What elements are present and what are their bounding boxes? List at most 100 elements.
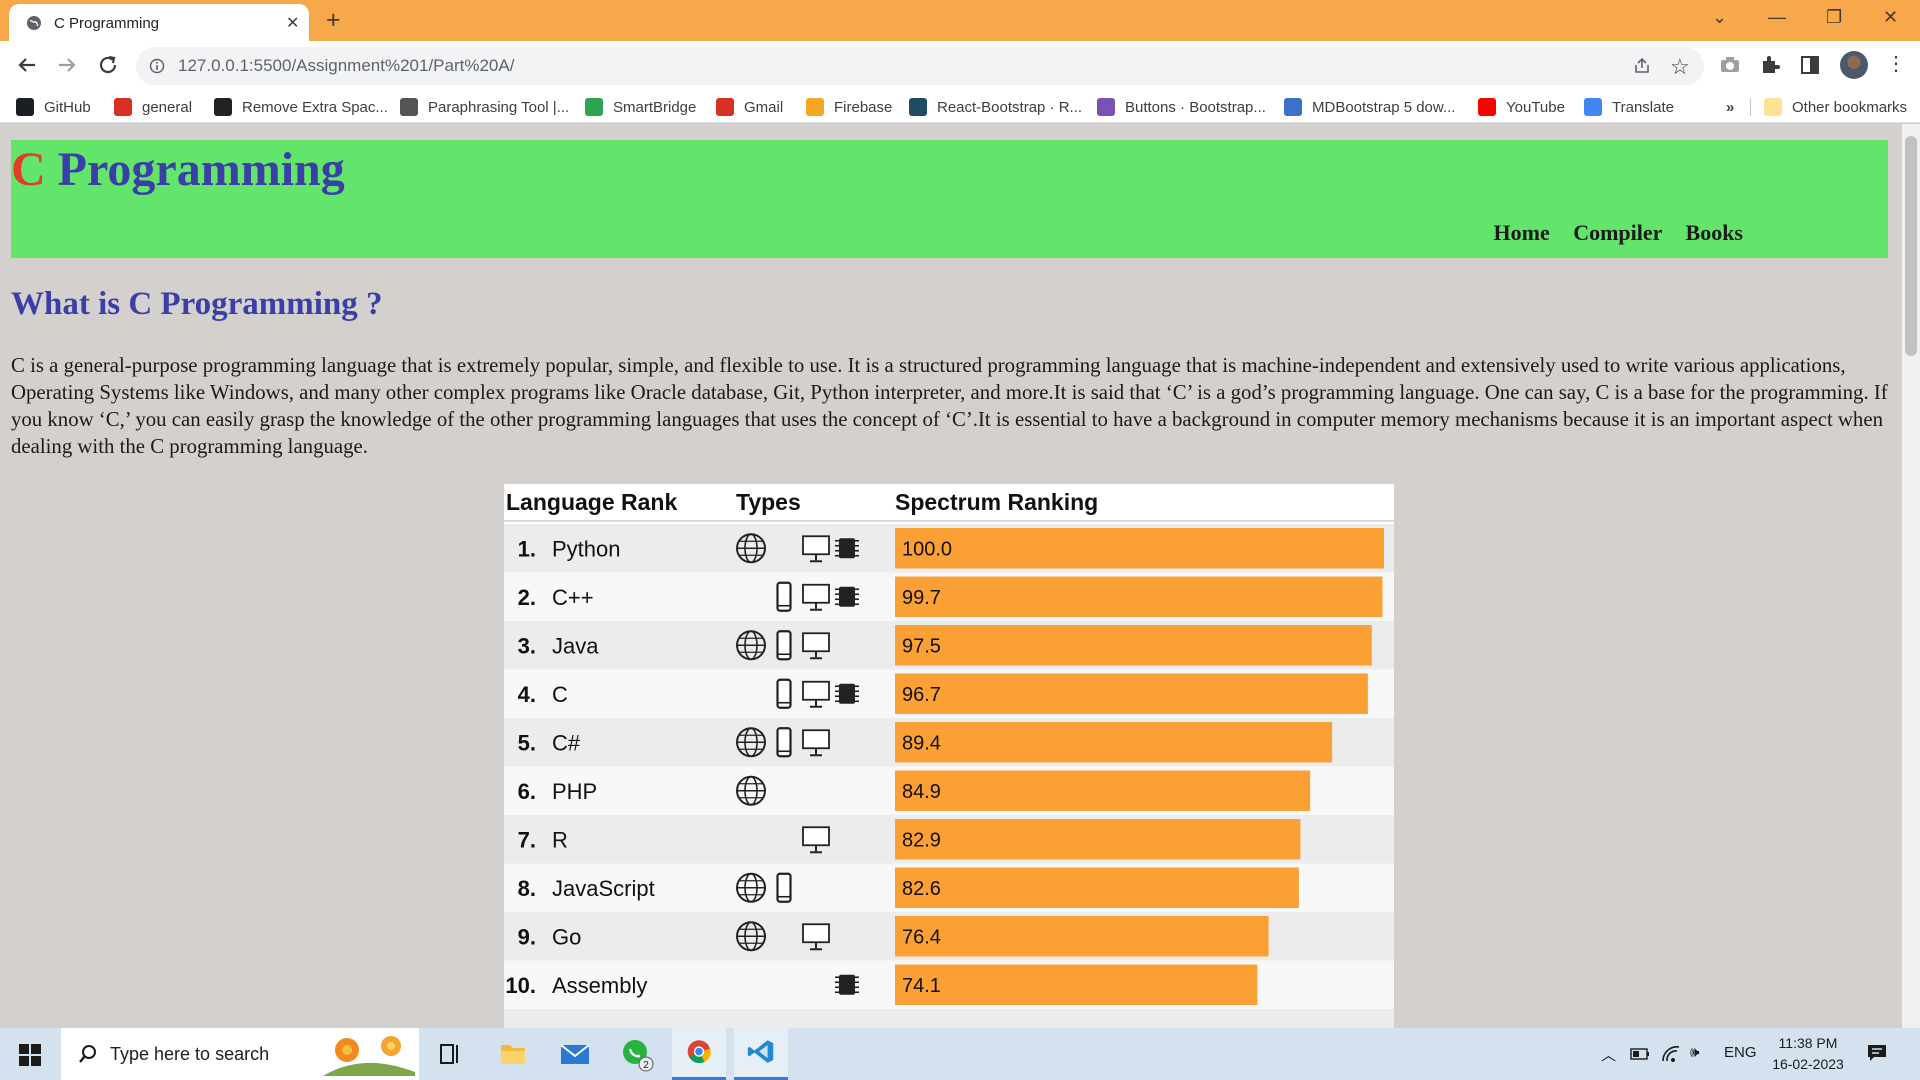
tab-title: C Programming	[54, 15, 160, 32]
browser-tab[interactable]: C Programming ✕	[9, 4, 309, 41]
bookmark-star-icon[interactable]: ☆	[1670, 54, 1690, 80]
bookmark-label: Remove Extra Spac...	[242, 98, 388, 116]
wifi-icon[interactable]	[1660, 1044, 1682, 1064]
language-ranking-chart: Language Rank Types Spectrum Ranking 1. Pyth…	[504, 484, 1394, 1028]
extensions-puzzle-icon[interactable]	[1758, 53, 1782, 77]
web-page: C Programming Home Compiler Books What i…	[0, 124, 1902, 1028]
page-scrollbar[interactable]	[1902, 124, 1920, 1028]
reload-icon[interactable]	[94, 51, 122, 79]
score-label: 82.6	[902, 878, 941, 900]
desktop-icon	[802, 632, 830, 653]
score-label: 97.5	[902, 635, 941, 657]
desktop-icon	[802, 826, 830, 847]
score-bar	[895, 625, 1372, 666]
bookmark-item[interactable]: GitHub	[16, 97, 91, 117]
bookmark-item[interactable]: React-Bootstrap · R...	[909, 97, 1082, 117]
bookmark-item[interactable]: Gmail	[716, 97, 783, 117]
close-tab-icon[interactable]: ✕	[286, 13, 299, 33]
scroll-thumb[interactable]	[1905, 136, 1917, 356]
rank-number: 9.	[518, 924, 536, 949]
bookmark-item[interactable]: Paraphrasing Tool |...	[400, 97, 569, 117]
score-bar	[895, 964, 1258, 1005]
language-name: C	[552, 682, 568, 707]
volume-icon[interactable]: 🕪	[1690, 1044, 1699, 1061]
back-arrow-icon[interactable]	[13, 51, 41, 79]
tab-strip: C Programming ✕ + ⌄ — ❐ ✕	[0, 0, 1920, 41]
profile-avatar[interactable]	[1840, 51, 1868, 79]
bookmarks-divider	[1750, 98, 1751, 116]
smartbridge-icon	[585, 98, 603, 116]
side-panel-icon[interactable]	[1798, 53, 1822, 77]
score-label: 96.7	[902, 684, 941, 706]
vscode-icon[interactable]	[734, 1028, 788, 1080]
battery-icon[interactable]	[1630, 1046, 1650, 1062]
forward-arrow-icon[interactable]	[53, 51, 81, 79]
minimize-icon[interactable]: —	[1768, 7, 1786, 28]
close-window-icon[interactable]: ✕	[1883, 7, 1898, 28]
rank-number: 3.	[518, 633, 536, 658]
task-view-icon[interactable]	[422, 1028, 476, 1080]
nav-compiler[interactable]: Compiler	[1573, 220, 1662, 245]
other-bookmarks-folder[interactable]: Other bookmarks	[1764, 97, 1907, 117]
bookmark-item[interactable]: general	[114, 97, 192, 117]
camera-icon[interactable]	[1718, 53, 1742, 77]
search-icon	[79, 1045, 96, 1063]
bookmark-item[interactable]: Translate	[1584, 97, 1674, 117]
language-indicator[interactable]: ENG	[1724, 1044, 1757, 1061]
file-explorer-icon[interactable]	[486, 1028, 540, 1080]
nav-books[interactable]: Books	[1686, 220, 1743, 245]
site-info-icon[interactable]	[149, 58, 165, 74]
system-clock[interactable]: 11:38 PM 16-02-2023	[1766, 1033, 1850, 1075]
bookmark-item[interactable]: Remove Extra Spac...	[214, 97, 388, 117]
bookmark-item[interactable]: Buttons · Bootstrap...	[1097, 97, 1266, 117]
share-icon[interactable]	[1632, 56, 1652, 76]
bookmark-label: SmartBridge	[613, 98, 697, 116]
tray-expand-icon[interactable]: ︿	[1601, 1044, 1616, 1065]
chip-icon	[839, 586, 855, 607]
mail-icon[interactable]	[548, 1028, 602, 1080]
nav-home[interactable]: Home	[1494, 220, 1550, 245]
rank-column-header: Language Rank	[506, 489, 677, 515]
site-logo[interactable]: C Programming	[11, 142, 345, 197]
restore-icon[interactable]: ❐	[1826, 7, 1842, 28]
score-bar	[895, 673, 1368, 714]
table-row-partial	[504, 1009, 1394, 1028]
whatsapp-icon[interactable]: 2	[610, 1028, 664, 1080]
score-bar	[895, 770, 1311, 811]
site-nav: Home Compiler Books	[1476, 220, 1744, 246]
score-bar	[895, 576, 1383, 617]
mdb-icon	[1284, 98, 1302, 116]
whatsapp-badge: 2	[643, 1060, 649, 1071]
other-bookmarks-label: Other bookmarks	[1792, 98, 1908, 116]
bookmark-label: Firebase	[834, 98, 893, 116]
clock-date: 16-02-2023	[1772, 1056, 1844, 1072]
bookmark-label: MDBootstrap 5 dow...	[1312, 98, 1456, 116]
folder-icon	[1764, 98, 1782, 116]
rank-number: 1.	[518, 536, 536, 561]
bookmark-item[interactable]: SmartBridge	[585, 97, 696, 117]
windows-start-icon[interactable]	[19, 1044, 41, 1066]
chip-icon	[839, 974, 855, 995]
rank-number: 10.	[505, 973, 536, 998]
quill-icon	[400, 98, 418, 116]
bookmark-item[interactable]: YouTube	[1478, 97, 1565, 117]
taskbar-search[interactable]: Type here to search	[61, 1028, 419, 1080]
spectrum-column-header: Spectrum Ranking	[895, 489, 1098, 515]
cb-icon	[214, 98, 232, 116]
rank-number: 4.	[518, 682, 536, 707]
score-bar	[895, 819, 1301, 860]
language-name: PHP	[552, 779, 597, 804]
score-label: 82.9	[902, 829, 941, 851]
notifications-icon[interactable]	[1866, 1042, 1888, 1064]
more-bookmarks-chevron[interactable]: »	[1726, 97, 1734, 117]
address-bar[interactable]: 127.0.0.1:5500/Assignment%201/Part%20A/ …	[136, 47, 1704, 85]
kebab-menu-icon[interactable]: ⋮	[1886, 51, 1906, 76]
tab-search-icon[interactable]: ⌄	[1712, 7, 1727, 28]
bookmark-item[interactable]: Firebase	[806, 97, 892, 117]
chrome-icon[interactable]	[672, 1028, 726, 1080]
bookmark-item[interactable]: MDBootstrap 5 dow...	[1284, 97, 1455, 117]
desktop-icon	[802, 729, 830, 750]
site-header: C Programming Home Compiler Books	[11, 140, 1888, 258]
bookmark-label: Translate	[1612, 98, 1674, 116]
new-tab-icon[interactable]: +	[326, 6, 341, 34]
